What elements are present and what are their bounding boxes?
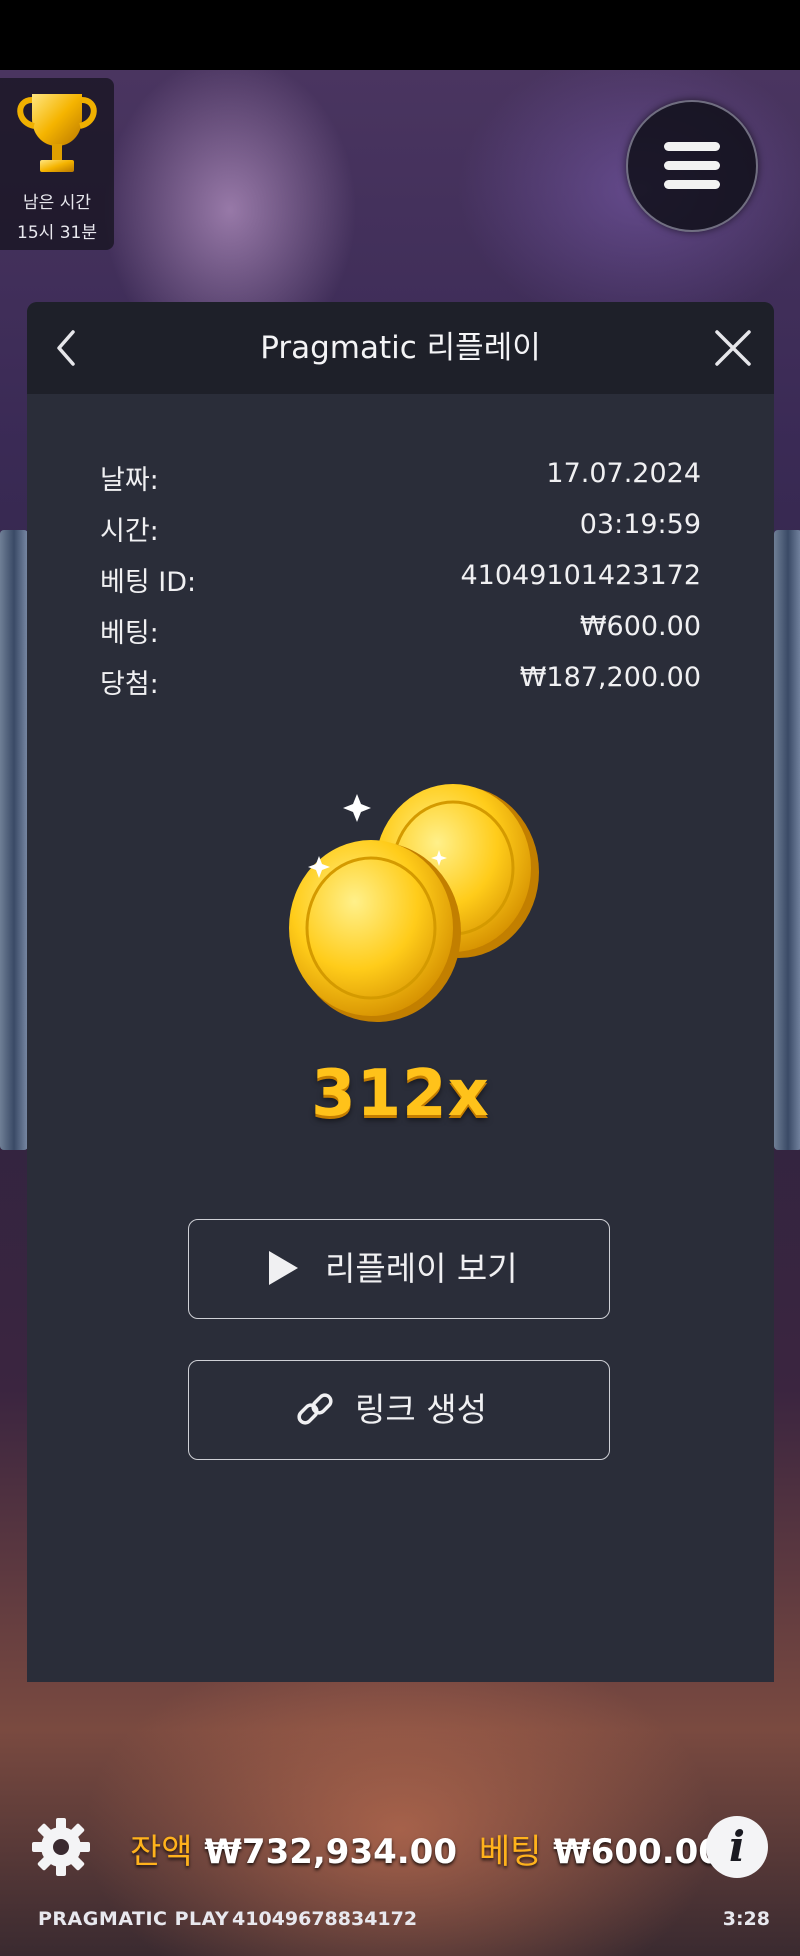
bet-value: ₩600.00 <box>553 1832 722 1872</box>
play-icon <box>269 1251 298 1285</box>
bottom-hud: 잔액 ₩732,934.00 베팅 ₩600.00 i <box>0 1796 800 1896</box>
gear-icon[interactable] <box>30 1816 92 1878</box>
brand-label: PRAGMATIC PLAY <box>38 1908 230 1930</box>
clock: 3:28 <box>722 1908 770 1930</box>
watch-replay-button[interactable]: 리플레이 보기 <box>188 1219 610 1319</box>
footer: PRAGMATIC PLAY 41049678834172 3:28 <box>0 1900 800 1942</box>
balance-value: ₩732,934.00 <box>204 1832 457 1872</box>
detail-row-time: 시간: 03:19:59 <box>100 509 701 553</box>
panel-title: Pragmatic 리플레이 <box>260 330 541 366</box>
link-icon <box>297 1393 333 1425</box>
create-link-button[interactable]: 링크 생성 <box>188 1360 610 1460</box>
detail-label: 날짜: <box>100 465 159 496</box>
detail-label: 베팅 ID: <box>100 567 197 598</box>
round-id: 41049678834172 <box>232 1908 418 1930</box>
menu-button[interactable] <box>626 100 758 232</box>
detail-row-win: 당첨: ₩187,200.00 <box>100 662 701 706</box>
detail-value: ₩600.00 <box>579 611 701 642</box>
detail-label: 당첨: <box>100 669 159 700</box>
bet-label: 베팅 <box>478 1832 542 1872</box>
timer-value: 15시 31분 <box>17 223 97 243</box>
replay-panel: Pragmatic 리플레이 날짜: 17.07.2024 시간: 03:19:… <box>27 302 774 1682</box>
detail-value: ₩187,200.00 <box>519 662 701 693</box>
timer-label: 남은 시간 <box>23 193 91 213</box>
detail-value: 41049101423172 <box>460 560 702 591</box>
balance-label: 잔액 <box>130 1832 193 1872</box>
reel-frame-right <box>774 530 800 1150</box>
detail-row-bet: 베팅: ₩600.00 <box>100 611 701 655</box>
detail-row-bet-id: 베팅 ID: 41049101423172 <box>100 560 701 604</box>
detail-value: 03:19:59 <box>579 509 701 540</box>
win-multiplier: 312x <box>311 1057 490 1131</box>
close-icon[interactable] <box>709 324 757 372</box>
reel-frame-left <box>0 530 28 1150</box>
info-icon[interactable]: i <box>706 1816 768 1878</box>
coins-icon <box>289 784 539 1022</box>
detail-row-date: 날짜: 17.07.2024 <box>100 458 701 502</box>
create-link-label: 링크 생성 <box>355 1390 487 1429</box>
trophy-icon <box>17 94 97 172</box>
balance-display: 잔액 ₩732,934.00 베팅 ₩600.00 <box>130 1824 722 1873</box>
status-bar <box>0 0 800 70</box>
watch-replay-label: 리플레이 보기 <box>325 1249 518 1288</box>
detail-label: 베팅: <box>100 618 159 649</box>
detail-label: 시간: <box>100 516 159 547</box>
panel-header: Pragmatic 리플레이 <box>27 302 774 394</box>
detail-value: 17.07.2024 <box>546 458 701 489</box>
